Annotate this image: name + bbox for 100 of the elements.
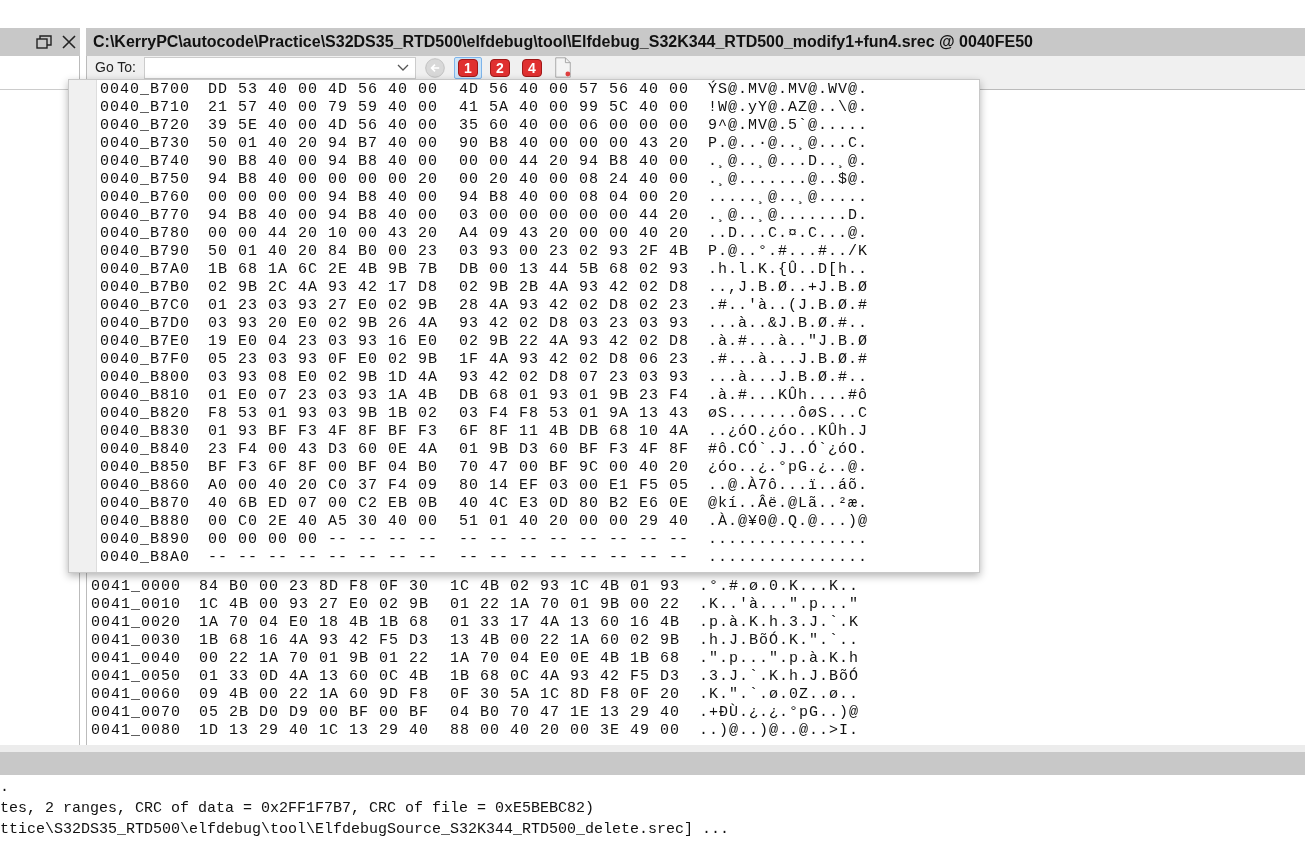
hex-cell-text: 03 93 00 23 02 93 2F 4B bbox=[459, 243, 691, 261]
hex-cell-text: BF F3 6F 8F 00 BF 04 B0 bbox=[208, 459, 440, 477]
ascii-cell-text: ...à...J.B.Ø.#.. bbox=[708, 369, 869, 386]
hex-cell-text: 01 E0 07 23 03 93 1A 4B bbox=[208, 387, 440, 405]
hex-cell-text: 02 9B 2C 4A 93 42 17 D8 bbox=[208, 279, 440, 297]
ascii-cell-text: ..¿óO.¿óo..KÛh.J bbox=[708, 423, 869, 440]
hex-cell-text: 05 23 03 93 0F E0 02 9B bbox=[208, 351, 440, 369]
hex-cell-text: 01 93 BF F3 4F 8F BF F3 bbox=[208, 423, 440, 441]
hex-cell-text: 94 B8 40 00 94 B8 40 00 bbox=[208, 207, 440, 225]
hex-cell-text: 01 33 17 4A 13 60 16 4B bbox=[450, 614, 682, 632]
log-line: . bbox=[0, 778, 10, 798]
hex-cell-text: 00 00 00 00 -- -- -- -- bbox=[208, 531, 440, 549]
hex-cell-text: 02 9B 22 4A 93 42 02 D8 bbox=[459, 333, 691, 351]
ascii-cell-text: .p.à.K.h.3.J.`.K bbox=[699, 614, 860, 631]
hex-cell-text: 03 93 20 E0 02 9B 26 4A bbox=[208, 315, 440, 333]
width-button[interactable]: 1 bbox=[454, 57, 482, 79]
ascii-cell: #ô.CÓ`.J..Ó`¿óO. bbox=[708, 441, 869, 459]
hex-cell-text: 50 01 40 20 84 B0 00 23 bbox=[208, 243, 440, 261]
ascii-cell: .....¸@..¸@..... bbox=[708, 189, 869, 207]
ascii-cell: .+ÐÙ.¿.¿.°pG..)@ bbox=[699, 704, 860, 722]
address-cell-text: 0041_0080 bbox=[91, 722, 182, 740]
hex-cell-text: 1A 70 04 E0 0E 4B 1B 68 bbox=[450, 650, 682, 668]
hex-cell-text: 1B 68 0C 4A 93 42 F5 D3 bbox=[450, 668, 682, 686]
address-cell-text: 0040_B730 bbox=[100, 135, 191, 153]
address-cell-text: 0041_0010 bbox=[91, 596, 182, 614]
address-cell-text: 0040_B7D0 bbox=[100, 315, 191, 333]
hex-cell-text: 93 42 02 D8 07 23 03 93 bbox=[459, 369, 691, 387]
address-cell-text: 0040_B7A0 bbox=[100, 261, 191, 279]
address-cell-text: 0040_B770 bbox=[100, 207, 191, 225]
hex-cell-text: 03 F4 F8 53 01 9A 13 43 bbox=[459, 405, 691, 423]
restore-icon[interactable] bbox=[36, 35, 52, 49]
hex-cell-text: 21 57 40 00 79 59 40 00 bbox=[208, 99, 440, 117]
hex-cell-text: F8 53 01 93 03 9B 1B 02 bbox=[208, 405, 440, 423]
ascii-cell: ..,J.B.Ø..+J.B.Ø bbox=[708, 279, 869, 297]
hex-cell-text: 0F 30 5A 1C 8D F8 0F 20 bbox=[450, 686, 682, 704]
address-cell-text: 0040_B740 bbox=[100, 153, 191, 171]
address-cell-text: 0041_0030 bbox=[91, 632, 182, 650]
address-cell-text: 0040_B760 bbox=[100, 189, 191, 207]
ascii-cell: .¸@..¸@...D..¸@. bbox=[708, 153, 869, 171]
address-cell-text: 0040_B830 bbox=[100, 423, 191, 441]
address-cell-text: 0040_B7E0 bbox=[100, 333, 191, 351]
hex-cell-text: 84 B0 00 23 8D F8 0F 30 bbox=[199, 578, 431, 596]
hex-cell-text: 90 B8 40 00 00 00 43 20 bbox=[459, 135, 691, 153]
ascii-cell: .#...à...J.B.Ø.# bbox=[708, 351, 869, 369]
address-cell-text: 0041_0060 bbox=[91, 686, 182, 704]
ascii-cell: P.@..·@..¸@...C. bbox=[708, 135, 869, 153]
document-icon[interactable] bbox=[554, 57, 572, 78]
hex-cell-text: 40 4C E3 0D 80 B2 E6 0E bbox=[459, 495, 691, 513]
hex-cell-text: 00 22 1A 70 01 9B 01 22 bbox=[199, 650, 431, 668]
address-cell-text: 0040_B750 bbox=[100, 171, 191, 189]
chevron-down-icon bbox=[397, 64, 409, 72]
ascii-cell: ÝS@.MV@.MV@.WV@. bbox=[708, 81, 869, 99]
hex-cell-text: 28 4A 93 42 02 D8 02 23 bbox=[459, 297, 691, 315]
hex-cell-text: 40 6B ED 07 00 C2 EB 0B bbox=[208, 495, 440, 513]
hex-cell-text: 39 5E 40 00 4D 56 40 00 bbox=[208, 117, 440, 135]
ascii-cell-text: .K.".`.ø.0Z..ø.. bbox=[699, 686, 860, 703]
hex-cell-text: 00 C0 2E 40 A5 30 40 00 bbox=[208, 513, 440, 531]
address-cell-text: 0040_B700 bbox=[100, 81, 191, 99]
ascii-cell: 9^@.MV@.5`@..... bbox=[708, 117, 869, 135]
ascii-cell-text: @kí..Âë.@Lã..²æ. bbox=[708, 495, 869, 512]
address-cell-text: 0040_B790 bbox=[100, 243, 191, 261]
address-cell-text: 0041_0050 bbox=[91, 668, 182, 686]
hex-cell-text: 00 00 00 00 94 B8 40 00 bbox=[208, 189, 440, 207]
hex-cell-text: 1B 68 16 4A 93 42 F5 D3 bbox=[199, 632, 431, 650]
hex-cell-text: 01 9B D3 60 BF F3 4F 8F bbox=[459, 441, 691, 459]
ascii-cell: ................ bbox=[708, 549, 869, 567]
hex-cell-text: 1A 70 04 E0 18 4B 1B 68 bbox=[199, 614, 431, 632]
ascii-cell: ..)@..)@..@..>I. bbox=[699, 722, 860, 740]
hex-cell-text: 94 B8 40 00 00 00 00 20 bbox=[208, 171, 440, 189]
hex-cell-text: -- -- -- -- -- -- -- -- bbox=[459, 531, 691, 549]
address-cell-text: 0040_B860 bbox=[100, 477, 191, 495]
hex-cell-text: DB 00 13 44 5B 68 02 93 bbox=[459, 261, 691, 279]
address-cell-text: 0041_0070 bbox=[91, 704, 182, 722]
address-cell-text: 0040_B870 bbox=[100, 495, 191, 513]
ascii-cell-text: ¿óo..¿.°pG.¿..@. bbox=[708, 459, 869, 476]
address-cell-text: 0041_0040 bbox=[91, 650, 182, 668]
hex-cell-text: 88 00 40 20 00 3E 49 00 bbox=[450, 722, 682, 740]
address-cell-text: 0040_B720 bbox=[100, 117, 191, 135]
address-cell-text: 0040_B880 bbox=[100, 513, 191, 531]
hex-cell-text: 01 33 0D 4A 13 60 0C 4B bbox=[199, 668, 431, 686]
ascii-cell: .K..'à...".p..." bbox=[699, 596, 860, 614]
address-cell-text: 0040_B810 bbox=[100, 387, 191, 405]
hex-cell-text: 00 20 40 00 08 24 40 00 bbox=[459, 171, 691, 189]
hex-cell-text: 4D 56 40 00 57 56 40 00 bbox=[459, 81, 691, 99]
ascii-cell: .À.@¥0@.Q.@...)@ bbox=[708, 513, 869, 531]
address-cell-text: 0040_B820 bbox=[100, 405, 191, 423]
address-cell-text: 0040_B7F0 bbox=[100, 351, 191, 369]
hex-cell-text: 03 00 00 00 00 00 44 20 bbox=[459, 207, 691, 225]
log-line: ttice\S32DS35_RTD500\elfdebug\tool\ElfdebugSource_S32K344_RTD500_delete.srec] ... bbox=[0, 820, 731, 840]
hex-cell-text: 41 5A 40 00 99 5C 40 00 bbox=[459, 99, 691, 117]
ascii-cell: .¸@.......@..$@. bbox=[708, 171, 869, 189]
hex-cell-text: 05 2B D0 D9 00 BF 00 BF bbox=[199, 704, 431, 722]
hex-cell-text: A0 00 40 20 C0 37 F4 09 bbox=[208, 477, 440, 495]
ascii-cell-text: P.@..°.#...#../K bbox=[708, 243, 869, 260]
hex-cell-text: 35 60 40 00 06 00 00 00 bbox=[459, 117, 691, 135]
ascii-cell: ................ bbox=[708, 531, 869, 549]
hex-cell-text: 6F 8F 11 4B DB 68 10 4A bbox=[459, 423, 691, 441]
address-cell-text: 0040_B800 bbox=[100, 369, 191, 387]
ascii-cell-text: øS.......ôøS...C bbox=[708, 405, 869, 422]
close-icon[interactable] bbox=[62, 35, 76, 49]
